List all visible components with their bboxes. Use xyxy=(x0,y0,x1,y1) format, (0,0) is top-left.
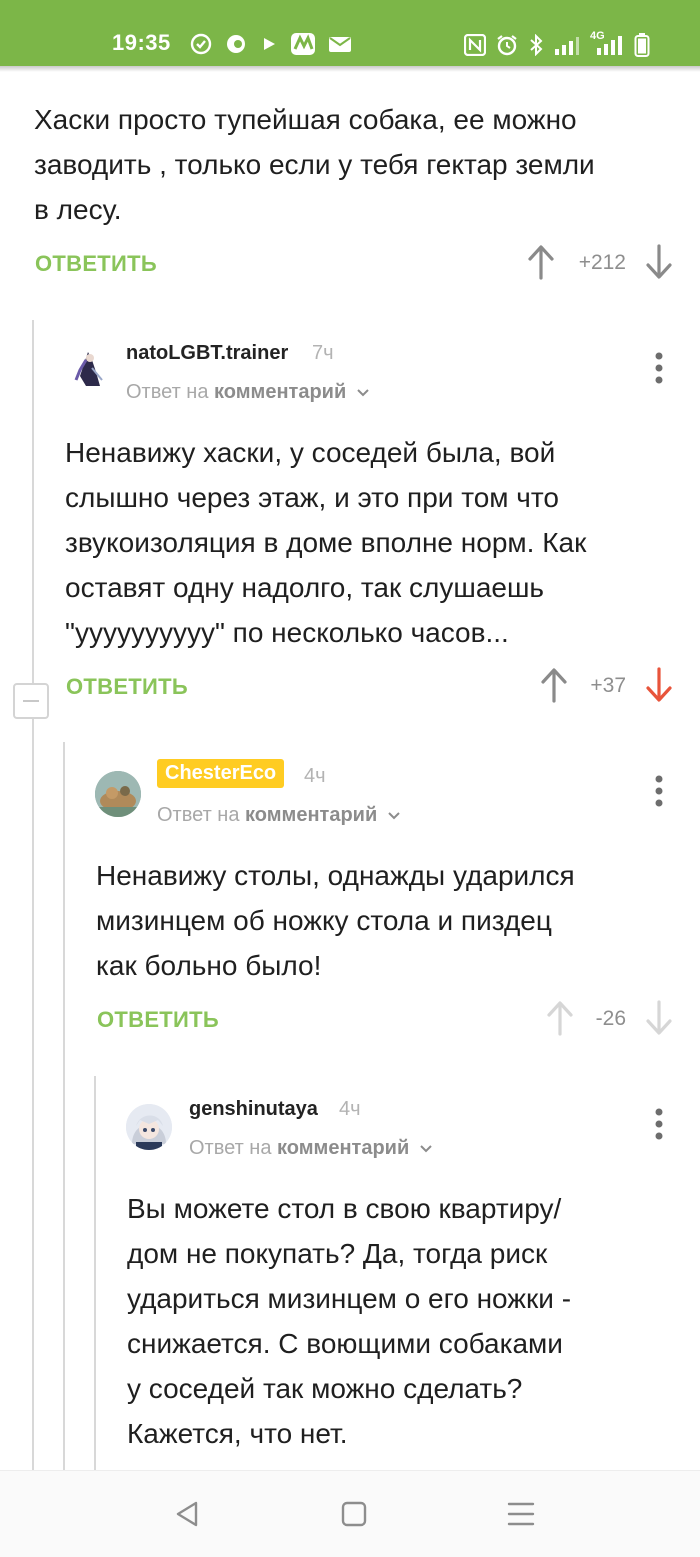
menu-icon[interactable] xyxy=(507,1500,535,1528)
status-time: 19:35 xyxy=(112,30,171,55)
downvote-icon[interactable] xyxy=(645,1000,673,1036)
home-icon[interactable] xyxy=(341,1500,367,1528)
reply-to-prefix: Ответ на xyxy=(157,804,240,826)
record-icon xyxy=(227,35,245,53)
reply-to-prefix: Ответ на xyxy=(126,381,209,403)
chevron-down-icon[interactable] xyxy=(387,811,401,821)
status-right-icons: 4G xyxy=(464,30,650,58)
author-name[interactable]: natoLGBT.trainer xyxy=(126,342,288,365)
battery-icon xyxy=(634,33,650,57)
back-icon[interactable] xyxy=(174,1500,200,1528)
downvote-icon[interactable] xyxy=(645,244,673,280)
comment-text: Ненавижу хаски, у соседей была, вой слыш… xyxy=(65,437,587,648)
avatar[interactable] xyxy=(66,346,112,392)
reply-to-link[interactable]: комментарий xyxy=(214,381,346,403)
sync-icon xyxy=(190,33,212,55)
upvote-icon[interactable] xyxy=(540,667,568,703)
chevron-down-icon[interactable] xyxy=(419,1144,433,1154)
nfc-icon xyxy=(464,34,486,56)
author-name[interactable]: genshinutaya xyxy=(189,1098,318,1121)
alarm-icon xyxy=(497,35,517,56)
collapse-thread-button[interactable] xyxy=(13,683,49,719)
reply-to-prefix: Ответ на xyxy=(189,1137,272,1159)
bluetooth-icon xyxy=(530,34,543,56)
comment-score: -26 xyxy=(595,1007,626,1030)
reply-button[interactable]: ОТВЕТИТЬ xyxy=(66,674,188,700)
reply-to-link[interactable]: комментарий xyxy=(277,1137,409,1159)
author-name[interactable]: ChesterEco xyxy=(157,759,285,788)
comment-score: +212 xyxy=(578,251,626,274)
mail-icon xyxy=(329,37,351,52)
navigation-bar xyxy=(0,1470,700,1557)
comment-time: 7ч xyxy=(312,342,334,364)
comment-time: 4ч xyxy=(304,765,326,787)
app-icon xyxy=(291,33,315,55)
comment-text: Хаски просто тупейшая собака, ее можно з… xyxy=(34,104,595,225)
signal-icon xyxy=(555,37,579,55)
downvote-icon[interactable] xyxy=(645,667,673,703)
comment-time: 4ч xyxy=(339,1098,361,1120)
reply-to-link[interactable]: комментарий xyxy=(245,804,377,826)
more-options-icon[interactable] xyxy=(649,351,669,385)
more-options-icon[interactable] xyxy=(649,774,669,808)
signal-4g-icon: 4G xyxy=(590,30,624,56)
status-bar: 19:35 4G xyxy=(0,0,700,72)
reply-to-info: Ответ на комментарий xyxy=(157,804,401,827)
comment-text: Вы можете стол в свою квартиру/ дом не п… xyxy=(127,1193,572,1449)
status-left-icons xyxy=(190,32,352,56)
play-icon xyxy=(264,38,275,50)
reply-to-info: Ответ на комментарий xyxy=(189,1137,433,1160)
thread-line xyxy=(63,742,65,1470)
chevron-down-icon[interactable] xyxy=(356,388,370,398)
thread-line xyxy=(94,1076,96,1470)
comment-score: +37 xyxy=(590,674,626,697)
reply-to-info: Ответ на комментарий xyxy=(126,381,370,404)
avatar[interactable] xyxy=(126,1104,172,1150)
thread-line xyxy=(32,320,34,1470)
comment-text: Ненавижу столы, однажды ударился мизинце… xyxy=(96,860,575,981)
reply-button[interactable]: ОТВЕТИТЬ xyxy=(97,1007,219,1033)
upvote-icon[interactable] xyxy=(527,244,555,280)
reply-button[interactable]: ОТВЕТИТЬ xyxy=(35,251,157,277)
avatar[interactable] xyxy=(95,771,141,817)
more-options-icon[interactable] xyxy=(649,1107,669,1141)
